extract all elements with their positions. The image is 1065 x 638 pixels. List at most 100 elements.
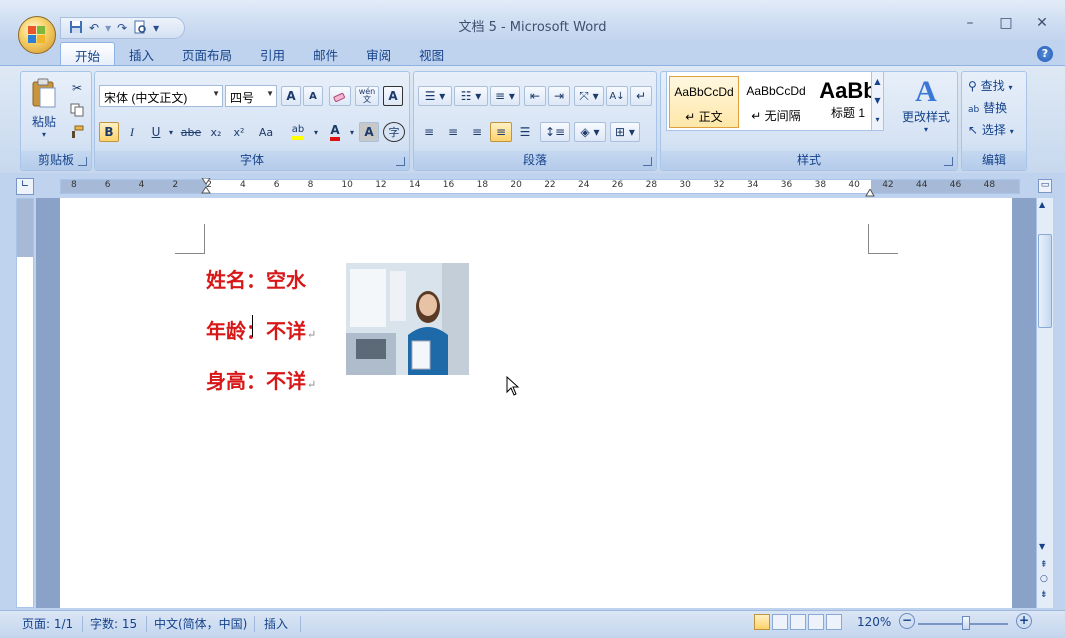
right-indent-marker-icon[interactable] — [865, 186, 875, 197]
clear-formatting-icon[interactable] — [329, 86, 351, 106]
zoom-slider-thumb[interactable] — [962, 616, 970, 630]
document-page[interactable]: 姓名：空水 年龄：不详↵ 身高：不详↵ — [60, 198, 1012, 608]
vertical-scrollbar[interactable]: ▲ ▼ ⇞ ○ ⇟ — [1036, 198, 1053, 608]
align-left-icon[interactable]: ≡ — [418, 122, 440, 142]
style-no-spacing[interactable]: AaBbCcDd ↵ 无间隔 — [741, 76, 811, 128]
cut-icon[interactable]: ✂ — [67, 78, 87, 98]
inserted-photo[interactable] — [346, 263, 469, 375]
status-language[interactable]: 中文(简体，中国) — [154, 615, 247, 632]
numbering-icon[interactable]: ☷ ▾ — [454, 86, 488, 106]
ribbon-tabs: 开始 插入 页面布局 引用 邮件 审阅 视图 — [60, 42, 458, 66]
status-word-count[interactable]: 字数: 15 — [90, 615, 137, 632]
select-browse-object-icon[interactable]: ○ — [1040, 574, 1048, 584]
shading-icon[interactable]: ◈ ▾ — [574, 122, 606, 142]
scrollbar-thumb[interactable] — [1038, 234, 1052, 328]
copy-icon[interactable] — [67, 100, 87, 120]
sort-icon[interactable]: A↓ — [606, 86, 628, 106]
print-layout-view-icon[interactable] — [754, 614, 770, 630]
bullets-icon[interactable]: ☰ ▾ — [418, 86, 452, 106]
next-page-icon[interactable]: ⇟ — [1040, 590, 1048, 600]
phonetic-guide-button[interactable]: wén 文 — [355, 86, 379, 106]
ruler-number: 24 — [578, 180, 590, 190]
justify-icon[interactable]: ≡ — [490, 122, 512, 142]
scroll-down-icon[interactable]: ▼ — [1039, 542, 1045, 551]
replace-button[interactable]: ab 替换 — [968, 99, 1007, 116]
zoom-level[interactable]: 120% — [857, 615, 891, 629]
zoom-out-button[interactable]: − — [899, 613, 915, 629]
doc-line-name[interactable]: 姓名：空水 — [206, 264, 306, 293]
borders-icon[interactable]: ⊞ ▾ — [610, 122, 640, 142]
ruler-number: 4 — [240, 180, 246, 190]
tab-insert[interactable]: 插入 — [115, 42, 168, 66]
status-page[interactable]: 页面: 1/1 — [22, 615, 73, 632]
font-color-button[interactable]: A — [323, 122, 347, 142]
subscript-button[interactable]: x₂ — [206, 122, 226, 142]
minimize-button[interactable]: – — [963, 15, 977, 31]
zoom-in-button[interactable]: + — [1016, 613, 1032, 629]
gallery-scroll[interactable]: ▲ ▼ ▾ — [871, 72, 883, 130]
change-case-button[interactable]: Aa — [253, 122, 279, 142]
tab-mailings[interactable]: 邮件 — [299, 42, 352, 66]
status-insert-mode[interactable]: 插入 — [264, 615, 288, 632]
office-button[interactable] — [18, 16, 56, 54]
tab-view[interactable]: 视图 — [405, 42, 458, 66]
align-center-icon[interactable]: ≡ — [442, 122, 464, 142]
full-screen-reading-view-icon[interactable] — [772, 614, 788, 630]
bold-button[interactable]: B — [99, 122, 119, 142]
enclose-char-button[interactable]: 字 — [383, 122, 405, 142]
view-ruler-icon[interactable]: ▭ — [1038, 179, 1052, 193]
style-normal[interactable]: AaBbCcDd ↵ 正文 — [669, 76, 739, 128]
underline-button[interactable]: U — [146, 122, 166, 142]
distributed-icon[interactable]: ☰ — [514, 122, 536, 142]
styles-launcher-icon[interactable] — [944, 157, 953, 166]
decrease-indent-icon[interactable]: ⇤ — [524, 86, 546, 106]
maximize-button[interactable]: □ — [999, 15, 1013, 31]
format-painter-icon[interactable] — [67, 122, 87, 142]
highlight-button[interactable]: ab — [285, 122, 311, 142]
doc-line-age[interactable]: 年龄：不详↵ — [206, 315, 316, 344]
vertical-ruler[interactable] — [16, 198, 34, 608]
paragraph-launcher-icon[interactable] — [643, 157, 652, 166]
show-marks-icon[interactable]: ↵ — [630, 86, 652, 106]
clipboard-launcher-icon[interactable] — [78, 157, 87, 166]
char-border-button[interactable]: A — [383, 86, 403, 106]
status-bar: 页面: 1/1 字数: 15 中文(简体，中国) 插入 120% − + — [0, 610, 1065, 638]
italic-button[interactable]: I — [122, 122, 142, 142]
outline-view-icon[interactable] — [808, 614, 824, 630]
font-size-combo[interactable]: 四号 ▼ — [225, 85, 277, 107]
previous-page-icon[interactable]: ⇞ — [1040, 560, 1048, 570]
paste-button[interactable]: 粘贴 ▾ — [27, 76, 61, 146]
underline-dropdown-icon[interactable]: ▾ — [166, 122, 176, 142]
font-color-dropdown-icon[interactable]: ▾ — [347, 122, 357, 142]
tab-selector[interactable]: ∟ — [16, 178, 34, 195]
doc-line-height[interactable]: 身高：不详↵ — [206, 365, 316, 394]
chevron-down-icon: ▼ — [212, 89, 220, 98]
indent-marker-icon[interactable] — [201, 177, 211, 195]
line-spacing-icon[interactable]: ↕≡ — [540, 122, 570, 142]
font-name-combo[interactable]: 宋体 (中文正文) ▼ — [99, 85, 223, 107]
font-launcher-icon[interactable] — [396, 157, 405, 166]
change-styles-button[interactable]: A 更改样式 ▾ — [898, 76, 954, 146]
superscript-button[interactable]: x² — [229, 122, 249, 142]
chinese-layout-icon[interactable]: ⤧ ▾ — [574, 86, 604, 106]
tab-review[interactable]: 审阅 — [352, 42, 405, 66]
multilevel-list-icon[interactable]: ≡ ▾ — [490, 86, 520, 106]
draft-view-icon[interactable] — [826, 614, 842, 630]
increase-indent-icon[interactable]: ⇥ — [548, 86, 570, 106]
help-icon[interactable]: ? — [1037, 46, 1053, 62]
scroll-up-icon[interactable]: ▲ — [1039, 200, 1045, 209]
char-shading-button[interactable]: A — [359, 122, 379, 142]
tab-references[interactable]: 引用 — [246, 42, 299, 66]
strikethrough-button[interactable]: abe — [178, 122, 204, 142]
horizontal-ruler[interactable]: 8 6 4 2 2 4 6 8 10 12 14 16 18 20 22 24 26 28 30 32 34 36 38 40… — [60, 177, 1020, 197]
align-right-icon[interactable]: ≡ — [466, 122, 488, 142]
grow-font-button[interactable]: A — [281, 86, 301, 106]
shrink-font-button[interactable]: A — [303, 86, 323, 106]
close-button[interactable]: ✕ — [1035, 15, 1049, 31]
tab-page-layout[interactable]: 页面布局 — [168, 42, 246, 66]
highlight-dropdown-icon[interactable]: ▾ — [311, 122, 321, 142]
web-layout-view-icon[interactable] — [790, 614, 806, 630]
tab-home[interactable]: 开始 — [60, 42, 116, 66]
select-button[interactable]: ↖ 选择 ▾ — [968, 121, 1014, 138]
find-button[interactable]: ⚲ 查找 ▾ — [968, 77, 1012, 94]
